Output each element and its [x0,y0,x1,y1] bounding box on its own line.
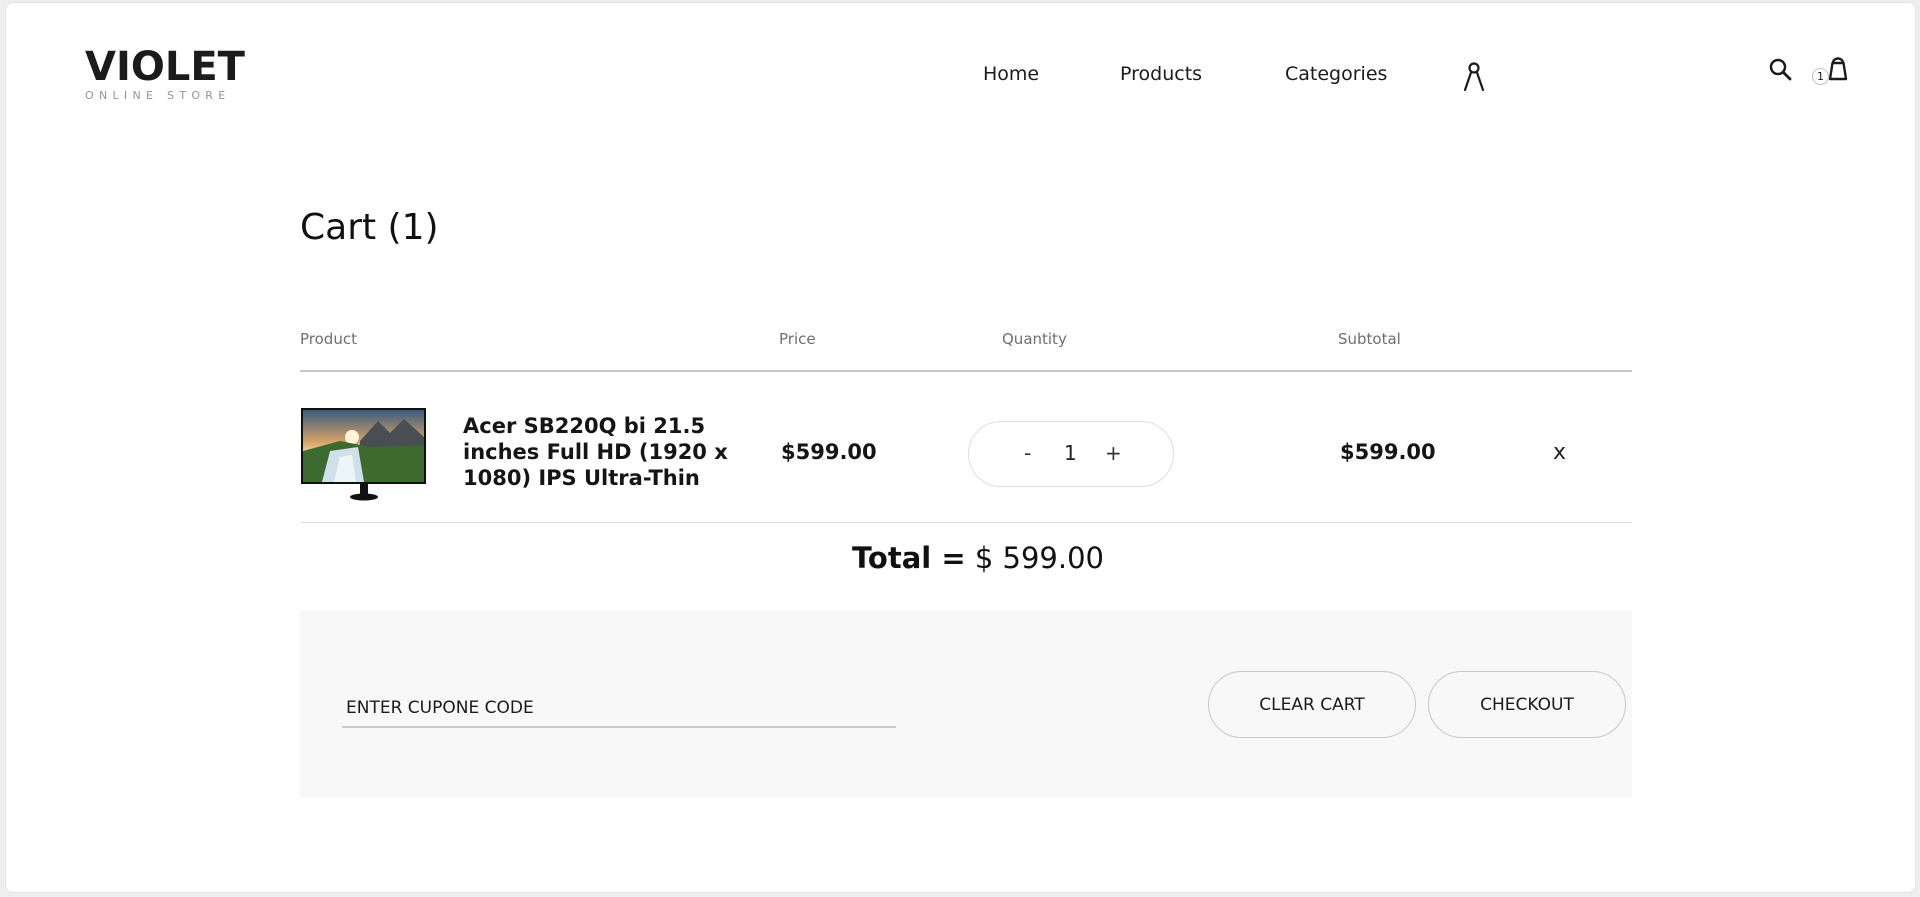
clear-cart-button[interactable]: CLEAR CART [1208,671,1416,738]
nav-categories[interactable]: Categories [1285,63,1387,85]
shopping-bag-icon [1826,54,1850,86]
logo-subtitle: ONLINE STORE [85,89,231,102]
coupon-code-input[interactable] [342,690,896,728]
column-header-subtotal: Subtotal [1338,330,1401,348]
cart-total: Total = $ 599.00 [852,541,1104,575]
product-name[interactable]: Acer SB220Q bi 21.5 inches Full HD (1920… [463,413,783,491]
user-icon[interactable] [1462,61,1486,92]
product-image[interactable] [300,407,427,503]
store-logo[interactable]: VIOLET ONLINE STORE [85,47,245,102]
remove-item-button[interactable]: x [1553,440,1566,465]
decrease-quantity-button[interactable]: - [1024,441,1031,465]
nav-home[interactable]: Home [983,63,1039,85]
increase-quantity-button[interactable]: + [1105,441,1122,465]
cart-actions-panel: CLEAR CART CHECKOUT [300,610,1632,798]
total-value: $ 599.00 [974,541,1104,575]
item-subtotal: $599.00 [1340,440,1436,464]
column-header-product: Product [300,330,357,348]
header-divider [300,370,1632,372]
column-header-quantity: Quantity [1002,330,1067,348]
page-frame: VIOLET ONLINE STORE Home Products Catego… [5,2,1916,893]
total-label: Total = [852,541,966,575]
quantity-value: 1 [1064,441,1077,465]
page-title: Cart (1) [300,207,439,248]
search-icon[interactable] [1768,57,1794,83]
column-header-price: Price [779,330,816,348]
cart-button[interactable]: 1 [1812,54,1850,90]
checkout-button[interactable]: CHECKOUT [1428,671,1626,738]
nav-products[interactable]: Products [1120,63,1202,85]
cart-count-badge: 1 [1812,68,1829,85]
product-price: $599.00 [781,440,877,464]
row-divider [300,522,1632,523]
quantity-stepper: - 1 + [968,421,1174,487]
logo-title: VIOLET [85,44,245,90]
